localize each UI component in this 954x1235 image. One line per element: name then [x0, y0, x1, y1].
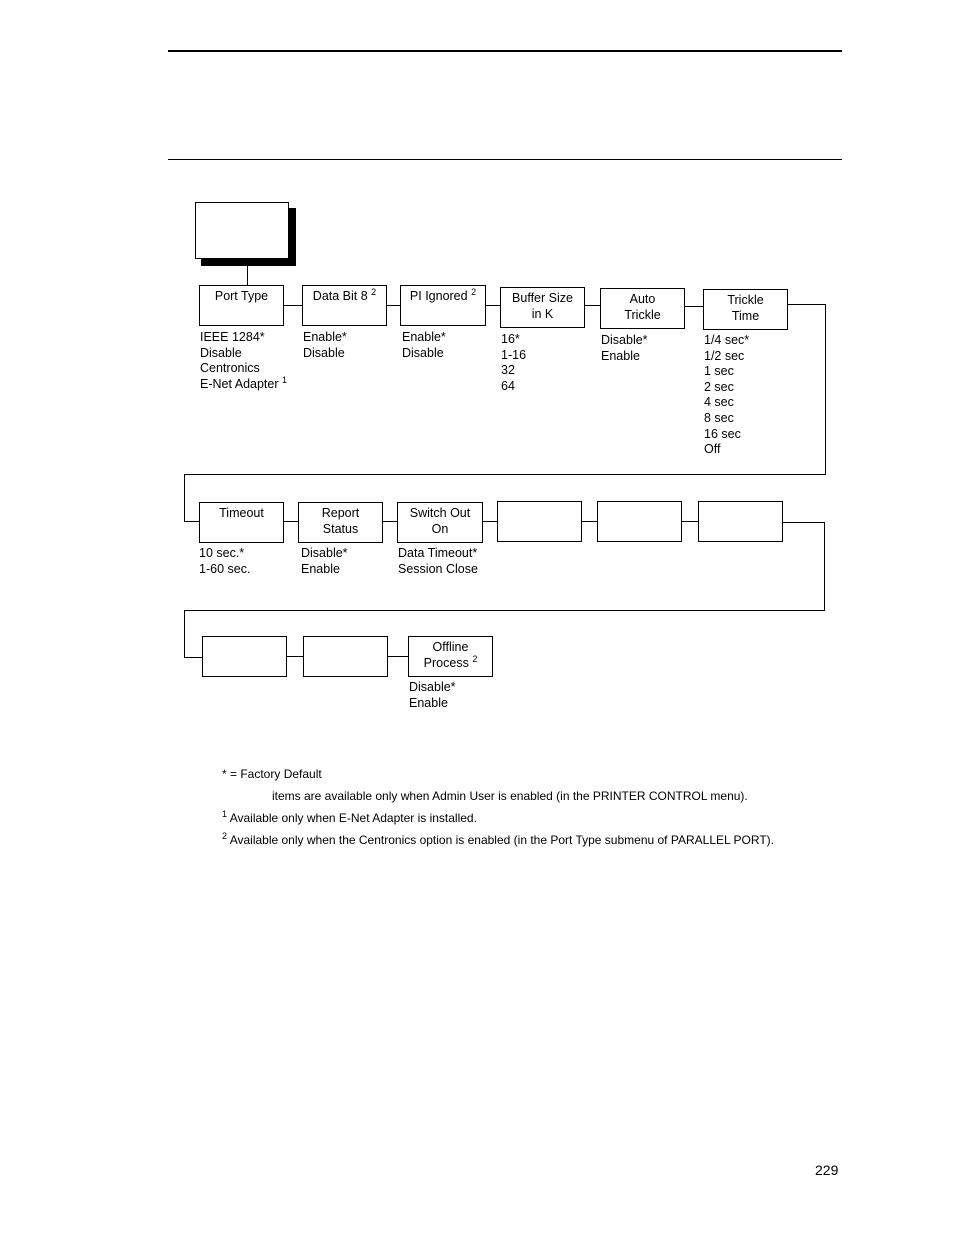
value: Disable*	[301, 546, 348, 560]
menu-title-box	[195, 202, 289, 259]
value: 2 sec	[704, 379, 734, 394]
value: Off	[704, 442, 721, 457]
item-label: in K	[531, 306, 554, 321]
item-label: Status	[322, 521, 359, 536]
menu-item-blank	[698, 501, 783, 542]
footnote-mark: 1	[282, 374, 288, 385]
footnote-text: Available only when E-Net Adapter is ins…	[229, 811, 477, 825]
menu-item-data-bit-8: Data Bit 8 2	[302, 285, 387, 326]
item-label: Timeout	[219, 506, 264, 520]
auto-trickle-values: Disable* Enable	[601, 333, 648, 364]
value: Enable	[409, 695, 448, 710]
value: 1-60 sec.	[199, 561, 251, 576]
value: Enable*	[303, 330, 347, 344]
item-label: Auto	[629, 292, 656, 306]
menu-item-blank	[497, 501, 582, 542]
value: Enable	[601, 348, 640, 363]
value: 64	[501, 378, 515, 393]
item-label: Switch Out	[409, 506, 471, 520]
footnote-mark: 1	[222, 809, 228, 819]
item-label: On	[431, 521, 449, 536]
data-bit-8-values: Enable* Disable	[303, 330, 347, 361]
value: 4 sec	[704, 395, 734, 410]
value: Disable	[303, 345, 345, 360]
item-label: Port Type	[214, 289, 269, 303]
item-label: Report	[321, 506, 360, 520]
port-type-values: IEEE 1284* Disable Centronics E-Net Adap…	[200, 330, 287, 392]
trickle-time-values: 1/4 sec* 1/2 sec 1 sec 2 sec 4 sec 8 sec…	[704, 333, 749, 458]
switch-out-on-values: Data Timeout* Session Close	[398, 546, 478, 577]
item-label: Buffer Size	[512, 291, 573, 305]
report-status-values: Disable* Enable	[301, 546, 348, 577]
value: 1/4 sec*	[704, 333, 750, 347]
footnote-mark: 2	[222, 831, 228, 841]
menu-item-timeout: Timeout	[199, 502, 284, 543]
item-label: Data Bit 8	[312, 289, 368, 303]
page-number: 229	[815, 1162, 839, 1178]
menu-item-pi-ignored: PI Ignored 2	[400, 285, 486, 326]
value: 16*	[501, 332, 520, 346]
value: 8 sec	[704, 410, 734, 425]
value: E-Net Adapter	[200, 376, 279, 391]
value: 10 sec.*	[199, 546, 245, 560]
menu-item-report-status: Report Status	[298, 502, 383, 543]
value: Enable*	[402, 330, 446, 344]
menu-item-blank	[202, 636, 287, 677]
item-label: Process	[423, 655, 469, 670]
value: IEEE 1284*	[200, 330, 265, 344]
menu-item-trickle-time: Trickle Time	[703, 289, 788, 330]
footnote-mark: 2	[471, 287, 477, 297]
value: Disable*	[409, 680, 456, 694]
item-label: PI Ignored	[409, 289, 468, 303]
footnote-text: Available only when the Centronics optio…	[229, 833, 774, 847]
timeout-values: 10 sec.* 1-60 sec.	[199, 546, 250, 577]
value: Enable	[301, 561, 340, 576]
value: Session Close	[398, 561, 478, 576]
menu-item-auto-trickle: Auto Trickle	[600, 288, 685, 329]
menu-item-port-type: Port Type	[199, 285, 284, 326]
menu-connectors	[184, 266, 826, 658]
value: 16 sec	[704, 426, 741, 441]
note-admin-user: items are available only when Admin User…	[272, 789, 748, 803]
offline-process-values: Disable* Enable	[409, 680, 456, 711]
buffer-size-values: 16* 1-16 32 64	[501, 332, 526, 394]
menu-item-buffer-size: Buffer Size in K	[500, 287, 585, 328]
value: 1 sec	[704, 364, 734, 379]
value: Data Timeout*	[398, 546, 478, 560]
menu-item-blank	[597, 501, 682, 542]
item-label: Time	[731, 308, 760, 323]
value: 32	[501, 363, 515, 378]
footnote-2: 2 Available only when the Centronics opt…	[222, 831, 774, 848]
value: Disable	[402, 345, 444, 360]
value: Centronics	[200, 361, 260, 376]
footnote-mark: 2	[371, 287, 377, 297]
value: Disable	[200, 345, 242, 360]
item-label: Trickle	[727, 293, 764, 307]
note-factory-default: * = Factory Default	[222, 767, 322, 781]
item-label: Offline	[432, 640, 469, 654]
value: 1/2 sec	[704, 348, 745, 363]
footnote-1: 1 Available only when E-Net Adapter is i…	[222, 809, 477, 826]
document-page: { "row1": [ {"label": "Port Type", "sup"…	[0, 0, 954, 1235]
menu-item-switch-out-on: Switch Out On	[397, 502, 483, 543]
footnote-mark: 2	[472, 653, 478, 664]
menu-item-offline-process: Offline Process 2	[408, 636, 493, 677]
value: 1-16	[501, 347, 527, 362]
pi-ignored-values: Enable* Disable	[402, 330, 446, 361]
value: Disable*	[601, 333, 648, 347]
item-label: Trickle	[624, 307, 661, 322]
menu-item-blank	[303, 636, 388, 677]
